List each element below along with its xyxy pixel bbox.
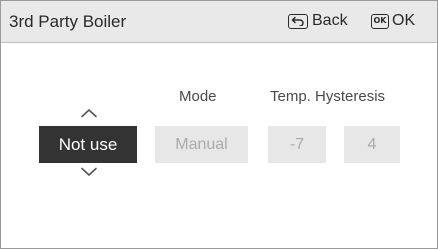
mode-column-label: Mode xyxy=(179,88,217,105)
header-bar: 3rd Party Boiler Back OK OK xyxy=(1,1,437,43)
page-title: 3rd Party Boiler xyxy=(9,12,127,31)
back-button[interactable]: Back xyxy=(288,9,348,33)
boiler-usage-selector[interactable]: Not use xyxy=(39,126,137,163)
chevron-up-icon[interactable] xyxy=(80,108,98,118)
ok-label: OK xyxy=(392,12,416,29)
temp-field: -7 xyxy=(268,126,326,163)
boiler-settings-screen: 3rd Party Boiler Back OK OK Mode Temp. H… xyxy=(0,0,438,249)
hysteresis-field: 4 xyxy=(344,126,400,163)
return-arrow-icon xyxy=(288,13,308,29)
mode-field: Manual xyxy=(155,126,248,163)
chevron-down-icon[interactable] xyxy=(80,167,98,177)
temp-hysteresis-column-label: Temp. Hysteresis xyxy=(270,88,386,105)
back-label: Back xyxy=(312,12,348,29)
ok-button[interactable]: OK OK xyxy=(371,9,415,33)
ok-icon: OK xyxy=(371,13,389,29)
